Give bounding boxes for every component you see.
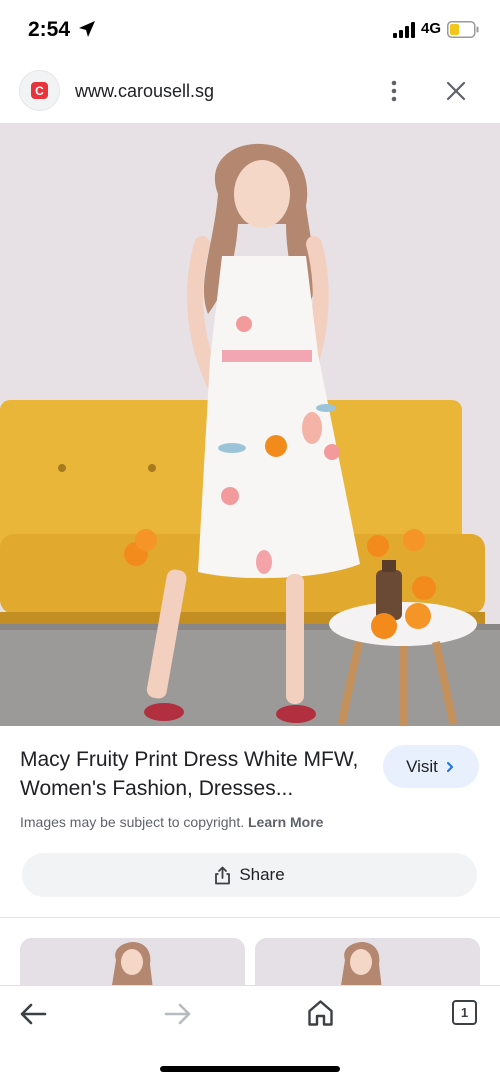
url-header: C www.carousell.sg — [0, 62, 500, 124]
close-icon[interactable] — [444, 79, 468, 103]
share-icon — [215, 866, 231, 884]
signal-icon — [393, 22, 415, 38]
tab-count: 1 — [460, 1005, 469, 1020]
product-photo-illustration — [0, 124, 500, 726]
visit-button[interactable]: Visit — [383, 745, 479, 788]
site-favicon[interactable]: C — [19, 70, 60, 111]
result-title[interactable]: Macy Fruity Print Dress White MFW, Women… — [20, 745, 370, 803]
copyright-text: Images may be subject to copyright. — [20, 814, 245, 830]
forward-arrow-icon[interactable] — [164, 1002, 192, 1026]
home-indicator — [160, 1066, 340, 1072]
learn-more-link[interactable]: Learn More — [248, 814, 323, 830]
battery-icon — [447, 21, 479, 38]
chevron-right-icon — [446, 761, 453, 772]
network-type: 4G — [421, 20, 442, 37]
product-image[interactable] — [0, 124, 500, 726]
tabs-icon[interactable]: 1 — [452, 1000, 477, 1025]
location-arrow-icon — [79, 21, 95, 37]
status-time: 2:54 — [28, 18, 71, 41]
back-arrow-icon[interactable] — [19, 1002, 47, 1026]
status-bar: 2:54 4G — [0, 0, 500, 60]
copyright-notice: Images may be subject to copyright. Lear… — [20, 814, 323, 830]
home-icon[interactable] — [307, 999, 334, 1027]
more-vertical-icon[interactable] — [384, 79, 404, 103]
share-button[interactable]: Share — [22, 853, 477, 897]
favicon-letter: C — [31, 82, 48, 99]
visit-label: Visit — [406, 756, 438, 776]
divider — [0, 917, 500, 918]
bottom-navigation: 1 — [0, 985, 500, 1080]
share-label: Share — [239, 865, 285, 884]
site-url[interactable]: www.carousell.sg — [75, 81, 214, 102]
